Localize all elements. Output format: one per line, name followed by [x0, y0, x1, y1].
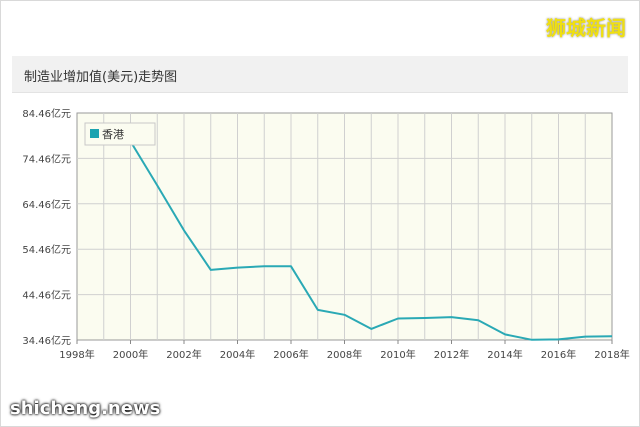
x-tick-label: 2008年 — [327, 348, 362, 361]
x-tick-label: 2010年 — [380, 348, 415, 361]
x-tick-label: 2016年 — [541, 348, 576, 361]
y-tick-label: 84.46亿元 — [22, 107, 71, 120]
y-tick-label: 44.46亿元 — [22, 289, 71, 302]
x-tick-label: 1998年 — [59, 348, 94, 361]
watermark-text: shicheng.news — [10, 398, 161, 419]
x-tick-label: 2000年 — [113, 348, 148, 361]
y-tick-label: 74.46亿元 — [22, 152, 71, 165]
y-tick-label: 54.46亿元 — [22, 243, 71, 256]
x-tick-label: 2002年 — [166, 348, 201, 361]
x-tick-label: 2014年 — [487, 348, 522, 361]
x-tick-label: 2012年 — [434, 348, 469, 361]
x-tick-label: 2006年 — [273, 348, 308, 361]
x-tick-label: 2018年 — [594, 348, 629, 361]
legend-swatch — [90, 129, 99, 138]
legend-label: 香港 — [102, 128, 124, 141]
x-tick-label: 2004年 — [220, 348, 255, 361]
y-tick-label: 34.46亿元 — [22, 334, 71, 347]
y-tick-label: 64.46亿元 — [22, 198, 71, 211]
line-chart: 1998年 2000年 2002年 2004年 2006年 2008年 2010年 2012年… — [22, 107, 629, 361]
